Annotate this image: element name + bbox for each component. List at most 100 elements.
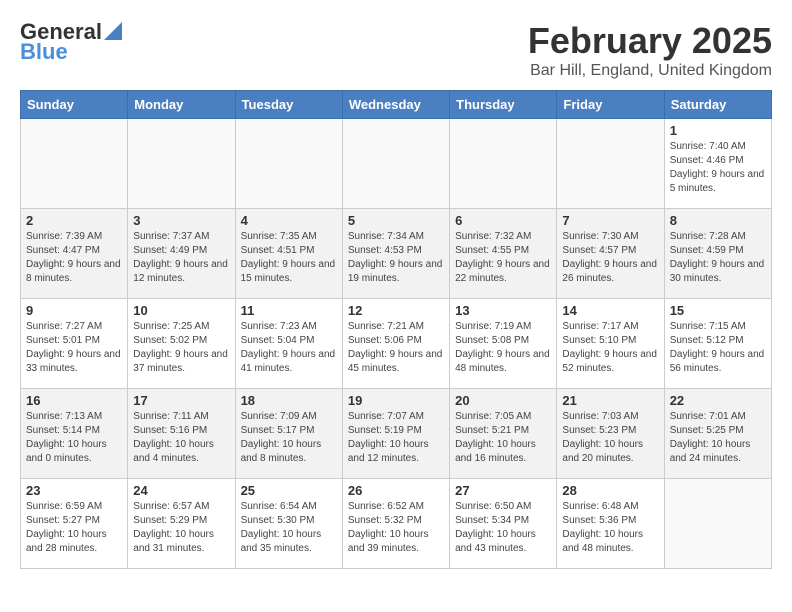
col-monday: Monday xyxy=(128,91,235,119)
title-section: February 2025 Bar Hill, England, United … xyxy=(528,20,772,80)
day-info: Sunrise: 7:21 AM Sunset: 5:06 PM Dayligh… xyxy=(348,320,444,376)
calendar-week-3: 9 Sunrise: 7:27 AM Sunset: 5:01 PM Daylig… xyxy=(21,299,772,389)
calendar-day: 19 Sunrise: 7:07 AM Sunset: 5:19 PM Dayli… xyxy=(342,389,449,479)
day-number: 22 xyxy=(670,393,766,408)
day-number: 18 xyxy=(241,393,337,408)
day-number: 1 xyxy=(670,123,766,138)
day-number: 26 xyxy=(348,483,444,498)
day-info: Sunrise: 7:13 AM Sunset: 5:14 PM Dayligh… xyxy=(26,410,122,466)
calendar-day xyxy=(128,119,235,209)
day-number: 6 xyxy=(455,213,551,228)
day-number: 8 xyxy=(670,213,766,228)
calendar-day xyxy=(557,119,664,209)
calendar-day: 15Sunrise: 7:15 AM Sunset: 5:12 PM Dayli… xyxy=(664,299,771,389)
day-info: Sunrise: 7:19 AM Sunset: 5:08 PM Dayligh… xyxy=(455,320,551,376)
day-info: Sunrise: 6:48 AM Sunset: 5:36 PM Dayligh… xyxy=(562,500,658,556)
col-thursday: Thursday xyxy=(450,91,557,119)
day-number: 4 xyxy=(241,213,337,228)
day-number: 5 xyxy=(348,213,444,228)
day-number: 17 xyxy=(133,393,229,408)
day-number: 9 xyxy=(26,303,122,318)
day-info: Sunrise: 7:32 AM Sunset: 4:55 PM Dayligh… xyxy=(455,230,551,286)
calendar-day xyxy=(664,479,771,569)
day-info: Sunrise: 7:15 AM Sunset: 5:12 PM Dayligh… xyxy=(670,320,766,376)
day-info: Sunrise: 7:35 AM Sunset: 4:51 PM Dayligh… xyxy=(241,230,337,286)
day-info: Sunrise: 7:05 AM Sunset: 5:21 PM Dayligh… xyxy=(455,410,551,466)
page: General Blue February 2025 Bar Hill, Eng… xyxy=(0,0,792,579)
day-number: 25 xyxy=(241,483,337,498)
day-info: Sunrise: 7:09 AM Sunset: 5:17 PM Dayligh… xyxy=(241,410,337,466)
day-info: Sunrise: 7:07 AM Sunset: 5:19 PM Dayligh… xyxy=(348,410,444,466)
calendar-day: 1 Sunrise: 7:40 AM Sunset: 4:46 PM Daylig… xyxy=(664,119,771,209)
day-info: Sunrise: 7:25 AM Sunset: 5:02 PM Dayligh… xyxy=(133,320,229,376)
day-number: 11 xyxy=(241,303,337,318)
col-friday: Friday xyxy=(557,91,664,119)
calendar-day: 22 Sunrise: 7:01 AM Sunset: 5:25 PM Dayli… xyxy=(664,389,771,479)
day-info: Sunrise: 7:11 AM Sunset: 5:16 PM Dayligh… xyxy=(133,410,229,466)
calendar-day: 17 Sunrise: 7:11 AM Sunset: 5:16 PM Dayli… xyxy=(128,389,235,479)
calendar-day: 12 Sunrise: 7:21 AM Sunset: 5:06 PM Dayli… xyxy=(342,299,449,389)
calendar-day: 25 Sunrise: 6:54 AM Sunset: 5:30 PM Dayli… xyxy=(235,479,342,569)
day-info: Sunrise: 7:40 AM Sunset: 4:46 PM Dayligh… xyxy=(670,140,766,196)
calendar-subtitle: Bar Hill, England, United Kingdom xyxy=(528,62,772,80)
day-number: 21 xyxy=(562,393,658,408)
calendar-day: 18 Sunrise: 7:09 AM Sunset: 5:17 PM Dayli… xyxy=(235,389,342,479)
day-info: Sunrise: 6:57 AM Sunset: 5:29 PM Dayligh… xyxy=(133,500,229,556)
day-number: 19 xyxy=(348,393,444,408)
calendar-day: 2 Sunrise: 7:39 AM Sunset: 4:47 PM Daylig… xyxy=(21,209,128,299)
calendar-day: 13Sunrise: 7:19 AM Sunset: 5:08 PM Dayli… xyxy=(450,299,557,389)
calendar-day xyxy=(21,119,128,209)
day-info: Sunrise: 6:52 AM Sunset: 5:32 PM Dayligh… xyxy=(348,500,444,556)
calendar-day: 27 Sunrise: 6:50 AM Sunset: 5:34 PM Dayli… xyxy=(450,479,557,569)
calendar-day: 10 Sunrise: 7:25 AM Sunset: 5:02 PM Dayli… xyxy=(128,299,235,389)
day-info: Sunrise: 7:03 AM Sunset: 5:23 PM Dayligh… xyxy=(562,410,658,466)
col-saturday: Saturday xyxy=(664,91,771,119)
calendar-day: 7 Sunrise: 7:30 AM Sunset: 4:57 PM Daylig… xyxy=(557,209,664,299)
calendar-day: 8Sunrise: 7:28 AM Sunset: 4:59 PM Daylig… xyxy=(664,209,771,299)
day-info: Sunrise: 6:50 AM Sunset: 5:34 PM Dayligh… xyxy=(455,500,551,556)
calendar-day: 28 Sunrise: 6:48 AM Sunset: 5:36 PM Dayli… xyxy=(557,479,664,569)
calendar-day: 5 Sunrise: 7:34 AM Sunset: 4:53 PM Daylig… xyxy=(342,209,449,299)
day-info: Sunrise: 7:30 AM Sunset: 4:57 PM Dayligh… xyxy=(562,230,658,286)
day-number: 28 xyxy=(562,483,658,498)
day-info: Sunrise: 7:27 AM Sunset: 5:01 PM Dayligh… xyxy=(26,320,122,376)
day-info: Sunrise: 7:01 AM Sunset: 5:25 PM Dayligh… xyxy=(670,410,766,466)
calendar-day: 4 Sunrise: 7:35 AM Sunset: 4:51 PM Daylig… xyxy=(235,209,342,299)
day-info: Sunrise: 7:34 AM Sunset: 4:53 PM Dayligh… xyxy=(348,230,444,286)
day-info: Sunrise: 6:59 AM Sunset: 5:27 PM Dayligh… xyxy=(26,500,122,556)
calendar-week-4: 16 Sunrise: 7:13 AM Sunset: 5:14 PM Dayli… xyxy=(21,389,772,479)
calendar-day: 20 Sunrise: 7:05 AM Sunset: 5:21 PM Dayli… xyxy=(450,389,557,479)
day-number: 2 xyxy=(26,213,122,228)
col-tuesday: Tuesday xyxy=(235,91,342,119)
day-number: 12 xyxy=(348,303,444,318)
day-info: Sunrise: 7:39 AM Sunset: 4:47 PM Dayligh… xyxy=(26,230,122,286)
calendar-day: 11Sunrise: 7:23 AM Sunset: 5:04 PM Dayli… xyxy=(235,299,342,389)
logo: General Blue xyxy=(20,20,122,64)
day-info: Sunrise: 7:37 AM Sunset: 4:49 PM Dayligh… xyxy=(133,230,229,286)
calendar-day: 24 Sunrise: 6:57 AM Sunset: 5:29 PM Dayli… xyxy=(128,479,235,569)
day-number: 7 xyxy=(562,213,658,228)
day-number: 16 xyxy=(26,393,122,408)
logo-text-blue: Blue xyxy=(20,40,68,64)
calendar-week-5: 23Sunrise: 6:59 AM Sunset: 5:27 PM Dayli… xyxy=(21,479,772,569)
calendar-day: 3 Sunrise: 7:37 AM Sunset: 4:49 PM Daylig… xyxy=(128,209,235,299)
calendar-day: 9 Sunrise: 7:27 AM Sunset: 5:01 PM Daylig… xyxy=(21,299,128,389)
day-number: 10 xyxy=(133,303,229,318)
calendar-day xyxy=(450,119,557,209)
header: General Blue February 2025 Bar Hill, Eng… xyxy=(20,20,772,80)
col-sunday: Sunday xyxy=(21,91,128,119)
day-number: 27 xyxy=(455,483,551,498)
calendar-day: 6 Sunrise: 7:32 AM Sunset: 4:55 PM Daylig… xyxy=(450,209,557,299)
calendar-week-1: 1 Sunrise: 7:40 AM Sunset: 4:46 PM Daylig… xyxy=(21,119,772,209)
calendar-day xyxy=(342,119,449,209)
day-number: 20 xyxy=(455,393,551,408)
calendar-day: 26 Sunrise: 6:52 AM Sunset: 5:32 PM Dayli… xyxy=(342,479,449,569)
calendar-header-row: Sunday Monday Tuesday Wednesday Thursday… xyxy=(21,91,772,119)
day-number: 24 xyxy=(133,483,229,498)
calendar-title: February 2025 xyxy=(528,20,772,62)
day-info: Sunrise: 6:54 AM Sunset: 5:30 PM Dayligh… xyxy=(241,500,337,556)
calendar-table: Sunday Monday Tuesday Wednesday Thursday… xyxy=(20,90,772,569)
calendar-week-2: 2 Sunrise: 7:39 AM Sunset: 4:47 PM Daylig… xyxy=(21,209,772,299)
calendar-day xyxy=(235,119,342,209)
day-number: 3 xyxy=(133,213,229,228)
